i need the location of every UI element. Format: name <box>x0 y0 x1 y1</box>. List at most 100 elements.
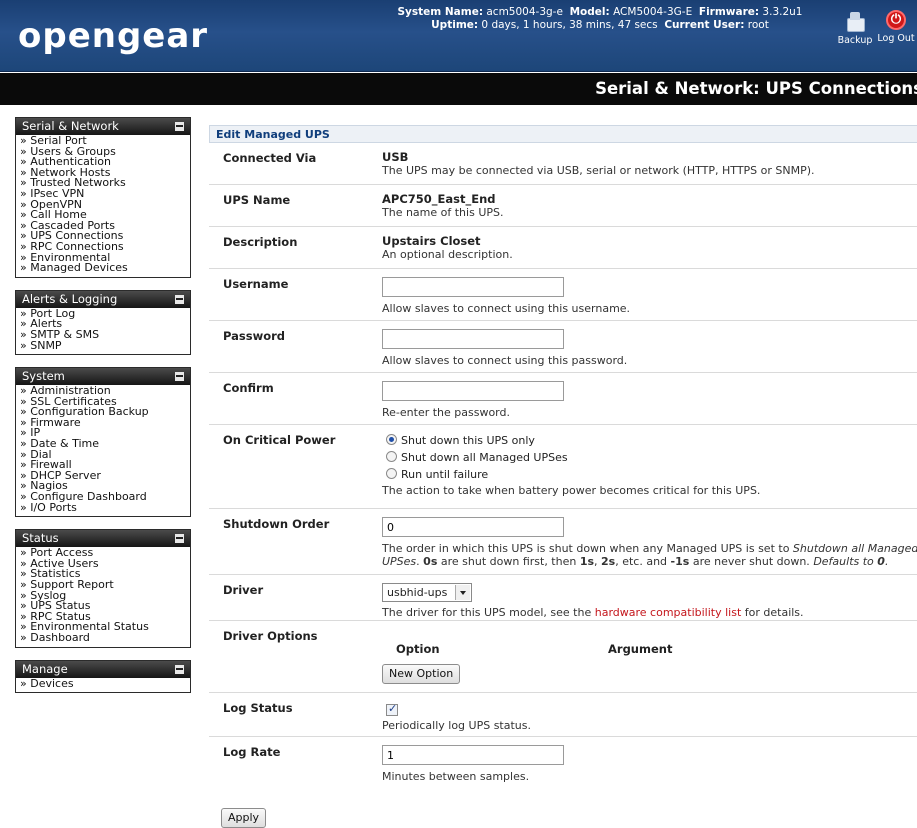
collapse-icon[interactable] <box>175 294 184 304</box>
username-hint: Allow slaves to connect using this usern… <box>382 302 631 315</box>
description-row: Description Upstairs Closet An optional … <box>209 227 917 269</box>
log-rate-row: Log Rate Minutes between samples. <box>209 737 917 789</box>
radio-button[interactable] <box>386 434 397 445</box>
uptime-value: 0 days, 1 hours, 38 mins, 47 secs <box>481 19 658 31</box>
ups-name-row: UPS Name APC750_East_End The name of thi… <box>209 185 917 227</box>
critical-power-hint: The action to take when battery power be… <box>382 484 761 497</box>
firmware-value: 3.3.2u1 <box>762 6 803 18</box>
column-argument: Argument <box>608 642 673 656</box>
driver-select-value: usbhid-ups <box>387 586 448 599</box>
form-section-title: Edit Managed UPS <box>209 125 917 143</box>
collapse-icon[interactable] <box>175 372 184 382</box>
sidebar-item-devices[interactable]: Devices <box>20 678 186 690</box>
collapse-icon[interactable] <box>175 664 184 674</box>
critical-power-row: On Critical Power Shut down this UPS onl… <box>209 425 917 509</box>
confirm-hint: Re-enter the password. <box>382 406 510 419</box>
password-input[interactable] <box>382 329 564 349</box>
page-title: Serial & Network: UPS Connections <box>595 79 917 98</box>
log-rate-label: Log Rate <box>223 745 281 759</box>
driver-options-label: Driver Options <box>223 629 318 643</box>
sidebar-section-header[interactable]: System <box>16 368 190 386</box>
header-bar: opengear System Name: acm5004-3g-e Model… <box>0 0 917 72</box>
backup-icon <box>845 10 865 32</box>
driver-hint: The driver for this UPS model, see the h… <box>382 606 804 619</box>
sidebar-item-snmp[interactable]: SNMP <box>20 340 186 352</box>
password-label: Password <box>223 329 285 343</box>
sidebar-section-title: Status <box>22 531 59 546</box>
radio-button[interactable] <box>386 451 397 462</box>
system-info: System Name: acm5004-3g-e Model: ACM5004… <box>380 6 820 32</box>
hardware-compatibility-link[interactable]: hardware compatibility list <box>595 606 742 619</box>
radio-label: Shut down this UPS only <box>401 434 535 447</box>
radio-run-until-failure[interactable]: Run until failure <box>382 467 917 484</box>
sidebar-section-title: System <box>22 369 65 384</box>
confirm-password-input[interactable] <box>382 381 564 401</box>
driver-options-table-header: Option Argument <box>396 643 917 656</box>
logout-label: Log Out <box>877 33 915 44</box>
sidebar-item-managed-devices[interactable]: Managed Devices <box>20 262 186 274</box>
log-status-row: Log Status Periodically log UPS status. <box>209 693 917 737</box>
radio-label: Run until failure <box>401 468 489 481</box>
backup-label: Backup <box>837 35 873 46</box>
password-hint: Allow slaves to connect using this passw… <box>382 354 628 367</box>
radio-shutdown-this-ups[interactable]: Shut down this UPS only <box>382 433 917 450</box>
firmware-label: Firmware: <box>698 6 760 18</box>
connected-via-row: Connected Via USB The UPS may be connect… <box>209 143 917 185</box>
power-icon: ⏻ <box>886 10 906 30</box>
chevron-down-icon[interactable] <box>455 585 470 600</box>
sidebar-section-header[interactable]: Serial & Network <box>16 118 190 135</box>
current-user-label: Current User: <box>664 19 745 31</box>
username-input[interactable] <box>382 277 564 297</box>
log-status-checkbox[interactable] <box>386 702 398 716</box>
shutdown-order-row: Shutdown Order The order in which this U… <box>209 509 917 575</box>
driver-options-row: Driver Options Option Argument New Optio… <box>209 621 917 693</box>
apply-button[interactable]: Apply <box>221 808 267 828</box>
driver-label: Driver <box>223 583 264 597</box>
page-title-bar: Serial & Network: UPS Connections <box>0 73 917 105</box>
backup-button[interactable]: Backup <box>835 10 875 46</box>
sidebar-section-title: Serial & Network <box>22 119 119 133</box>
username-label: Username <box>223 277 289 291</box>
sidebar-section-header[interactable]: Manage <box>16 660 190 678</box>
logout-button[interactable]: ⏻ Log Out <box>876 10 916 44</box>
description-hint: An optional description. <box>382 248 513 261</box>
sidebar-item-io-ports[interactable]: I/O Ports <box>20 502 186 514</box>
log-status-hint: Periodically log UPS status. <box>382 719 531 732</box>
new-option-button[interactable]: New Option <box>382 664 461 684</box>
uptime-label: Uptime: <box>431 19 479 31</box>
confirm-row: Confirm Re-enter the password. <box>209 373 917 425</box>
system-name-label: System Name: <box>397 6 484 18</box>
driver-select[interactable]: usbhid-ups <box>382 583 472 602</box>
sidebar-section-manage: Manage Devices <box>15 659 191 694</box>
radio-label: Shut down all Managed UPSes <box>401 451 568 464</box>
collapse-icon[interactable] <box>175 122 184 131</box>
edit-managed-ups-form: Edit Managed UPS Connected Via USB The U… <box>209 125 917 828</box>
confirm-label: Confirm <box>223 381 274 395</box>
driver-row: Driver usbhid-ups The driver for this UP… <box>209 575 917 621</box>
column-option: Option <box>396 642 440 656</box>
sidebar-section-serial-network: Serial & Network Serial Port Users & Gro… <box>15 117 191 278</box>
connected-via-hint: The UPS may be connected via USB, serial… <box>382 164 815 177</box>
radio-button[interactable] <box>386 468 397 479</box>
opengear-logo: opengear <box>18 16 209 56</box>
critical-power-label: On Critical Power <box>223 433 336 447</box>
radio-shutdown-all-ups[interactable]: Shut down all Managed UPSes <box>382 450 917 467</box>
log-rate-input[interactable] <box>382 745 564 765</box>
sidebar-section-system: System Administration SSL Certificates C… <box>15 367 191 518</box>
sidebar-section-title: Alerts & Logging <box>22 291 118 306</box>
username-row: Username Allow slaves to connect using t… <box>209 269 917 321</box>
collapse-icon[interactable] <box>175 534 184 544</box>
sidebar-section-status: Status Port Access Active Users Statisti… <box>15 529 191 648</box>
connected-via-value: USB <box>382 150 409 164</box>
sidebar-section-header[interactable]: Alerts & Logging <box>16 290 190 308</box>
description-value: Upstairs Closet <box>382 234 481 248</box>
shutdown-order-input[interactable] <box>382 517 564 537</box>
shutdown-order-hint: The order in which this UPS is shut down… <box>382 542 917 568</box>
sidebar-item-dashboard[interactable]: Dashboard <box>20 632 186 644</box>
ups-name-hint: The name of this UPS. <box>382 206 504 219</box>
sidebar-section-header[interactable]: Status <box>16 530 190 548</box>
model-value: ACM5004-3G-E <box>613 6 693 18</box>
sidebar-item-firmware[interactable]: Firmware <box>20 417 186 429</box>
model-label: Model: <box>569 6 610 18</box>
ups-name-value: APC750_East_End <box>382 192 496 206</box>
